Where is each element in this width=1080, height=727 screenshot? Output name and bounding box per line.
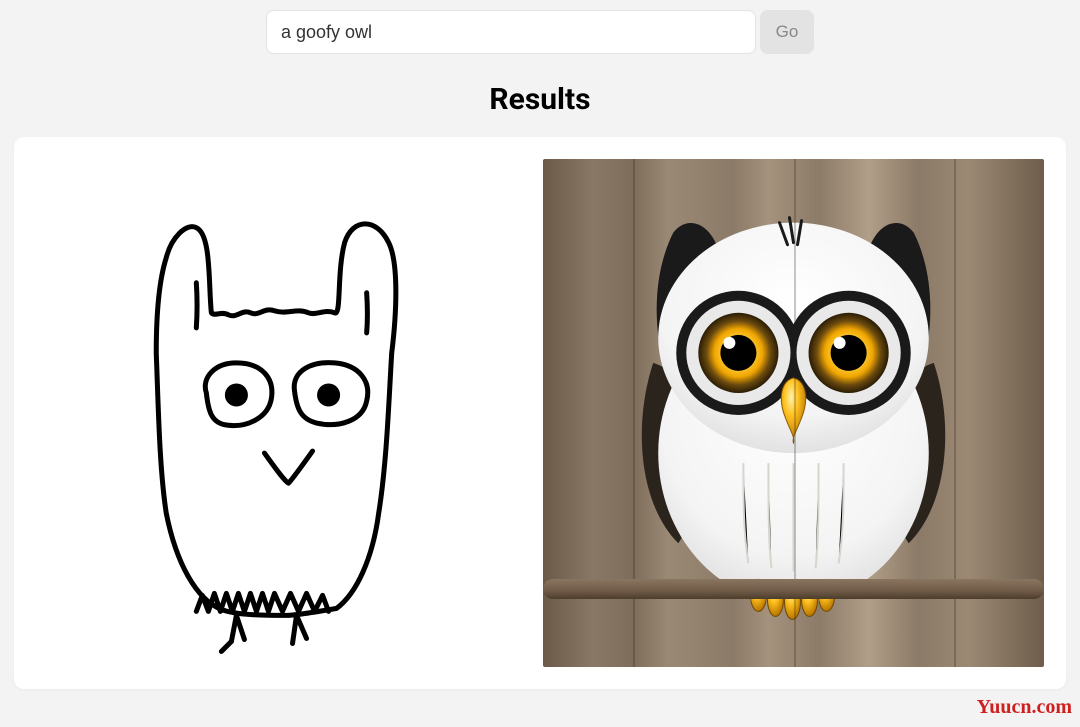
- owl-sketch-icon: [36, 159, 537, 667]
- perch-icon: [543, 579, 1044, 599]
- input-sketch-panel: [36, 159, 537, 667]
- search-row: Go: [0, 0, 1080, 54]
- output-image-panel: [543, 159, 1044, 667]
- watermark-text: Yuucn.com: [977, 696, 1072, 719]
- go-button[interactable]: Go: [760, 10, 814, 54]
- prompt-input[interactable]: [266, 10, 756, 54]
- results-card: [14, 137, 1066, 689]
- results-heading: Results: [0, 82, 1080, 117]
